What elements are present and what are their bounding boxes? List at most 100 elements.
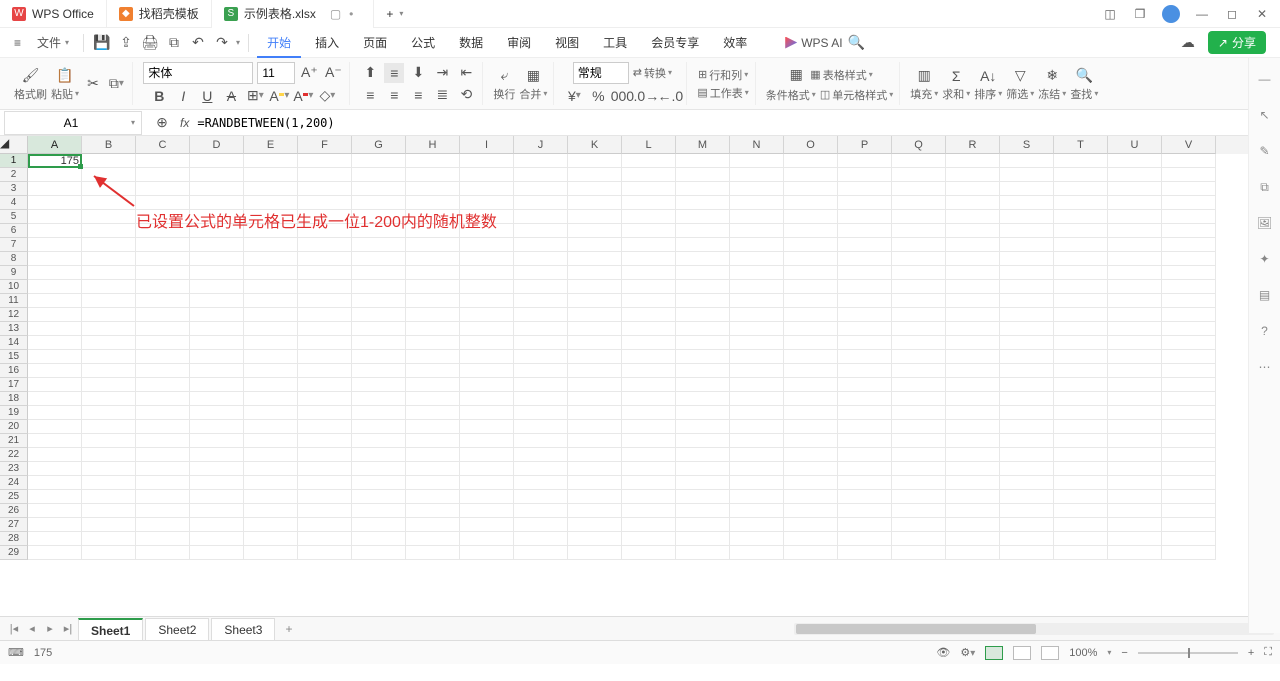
cell[interactable] xyxy=(1162,238,1216,252)
cell[interactable] xyxy=(352,462,406,476)
font-size-select[interactable] xyxy=(257,62,295,84)
cell[interactable] xyxy=(514,224,568,238)
align-left-icon[interactable]: ≡ xyxy=(360,85,380,105)
cell[interactable] xyxy=(1162,224,1216,238)
cell[interactable] xyxy=(514,546,568,560)
wps-ai-button[interactable]: WPS AI xyxy=(785,36,842,50)
cell[interactable] xyxy=(1108,364,1162,378)
cell[interactable] xyxy=(298,168,352,182)
cell[interactable] xyxy=(1054,490,1108,504)
tab-member[interactable]: 会员专享 xyxy=(641,28,709,58)
cell[interactable] xyxy=(1000,364,1054,378)
cell[interactable] xyxy=(460,336,514,350)
cell[interactable] xyxy=(1000,238,1054,252)
cell[interactable] xyxy=(892,518,946,532)
cell[interactable] xyxy=(514,378,568,392)
cell[interactable] xyxy=(190,420,244,434)
cell[interactable] xyxy=(1162,546,1216,560)
sidepanel-style-icon[interactable]: ✎ xyxy=(1256,142,1274,160)
cell[interactable] xyxy=(676,210,730,224)
cell[interactable] xyxy=(892,336,946,350)
cell[interactable] xyxy=(514,308,568,322)
cell[interactable] xyxy=(298,518,352,532)
cell[interactable] xyxy=(1162,504,1216,518)
row-header[interactable]: 4 xyxy=(0,196,28,210)
cell[interactable] xyxy=(28,252,82,266)
cell[interactable] xyxy=(1162,210,1216,224)
cell[interactable] xyxy=(730,476,784,490)
column-header[interactable]: P xyxy=(838,136,892,154)
cell[interactable] xyxy=(1108,462,1162,476)
cell[interactable] xyxy=(838,546,892,560)
cell[interactable] xyxy=(1054,462,1108,476)
cell[interactable] xyxy=(352,504,406,518)
cell[interactable] xyxy=(28,462,82,476)
cell[interactable] xyxy=(1000,532,1054,546)
column-header[interactable]: F xyxy=(298,136,352,154)
cell[interactable] xyxy=(460,518,514,532)
cell[interactable] xyxy=(190,518,244,532)
table-style-button[interactable]: ▦ 表格样式▾ xyxy=(810,67,872,83)
cell[interactable] xyxy=(1108,294,1162,308)
formula-input[interactable] xyxy=(197,116,1270,130)
cell[interactable] xyxy=(676,196,730,210)
cell[interactable] xyxy=(892,434,946,448)
row-header[interactable]: 1 xyxy=(0,154,28,168)
cell[interactable] xyxy=(352,490,406,504)
cell[interactable] xyxy=(514,252,568,266)
cell[interactable] xyxy=(784,294,838,308)
column-header[interactable]: D xyxy=(190,136,244,154)
cell[interactable] xyxy=(406,378,460,392)
cell[interactable] xyxy=(244,378,298,392)
cell[interactable] xyxy=(1000,448,1054,462)
cell[interactable] xyxy=(190,546,244,560)
expand-fx-icon[interactable]: ⊕ xyxy=(152,113,172,133)
cell[interactable] xyxy=(136,294,190,308)
cell[interactable] xyxy=(730,168,784,182)
cell[interactable] xyxy=(784,280,838,294)
cell[interactable] xyxy=(1108,434,1162,448)
cell[interactable] xyxy=(244,392,298,406)
cell[interactable] xyxy=(946,392,1000,406)
cell[interactable] xyxy=(82,210,136,224)
cell[interactable] xyxy=(676,308,730,322)
cell[interactable] xyxy=(190,392,244,406)
cell[interactable] xyxy=(568,448,622,462)
cell[interactable] xyxy=(352,238,406,252)
cell[interactable] xyxy=(892,532,946,546)
cell[interactable] xyxy=(352,280,406,294)
zoom-slider[interactable] xyxy=(1138,652,1238,654)
cell[interactable] xyxy=(568,462,622,476)
cell[interactable] xyxy=(244,294,298,308)
cell[interactable] xyxy=(244,476,298,490)
cell[interactable] xyxy=(784,378,838,392)
tab-comment-icon[interactable]: ▢ xyxy=(330,7,341,21)
italic-icon[interactable]: I xyxy=(173,86,193,106)
cell[interactable] xyxy=(1000,392,1054,406)
cell[interactable] xyxy=(1162,378,1216,392)
cell[interactable] xyxy=(190,252,244,266)
cell[interactable] xyxy=(838,336,892,350)
window-cube-icon[interactable]: ❒ xyxy=(1132,7,1148,21)
cell[interactable] xyxy=(28,238,82,252)
row-header[interactable]: 3 xyxy=(0,182,28,196)
add-sheet-button[interactable]: + xyxy=(277,622,300,636)
cell[interactable] xyxy=(784,196,838,210)
cell[interactable] xyxy=(784,266,838,280)
cell[interactable] xyxy=(622,518,676,532)
cell-style-button[interactable]: ◫ 单元格样式▾ xyxy=(820,87,893,103)
cell[interactable] xyxy=(1108,350,1162,364)
cell[interactable] xyxy=(298,294,352,308)
cell[interactable] xyxy=(568,294,622,308)
cell[interactable] xyxy=(892,308,946,322)
cell[interactable] xyxy=(946,364,1000,378)
cell[interactable] xyxy=(298,238,352,252)
cell[interactable] xyxy=(460,420,514,434)
cell[interactable] xyxy=(784,322,838,336)
cell[interactable] xyxy=(514,434,568,448)
cell[interactable] xyxy=(1108,238,1162,252)
cell[interactable] xyxy=(1054,294,1108,308)
cell[interactable] xyxy=(1162,420,1216,434)
cell[interactable] xyxy=(82,490,136,504)
cell[interactable] xyxy=(1108,518,1162,532)
